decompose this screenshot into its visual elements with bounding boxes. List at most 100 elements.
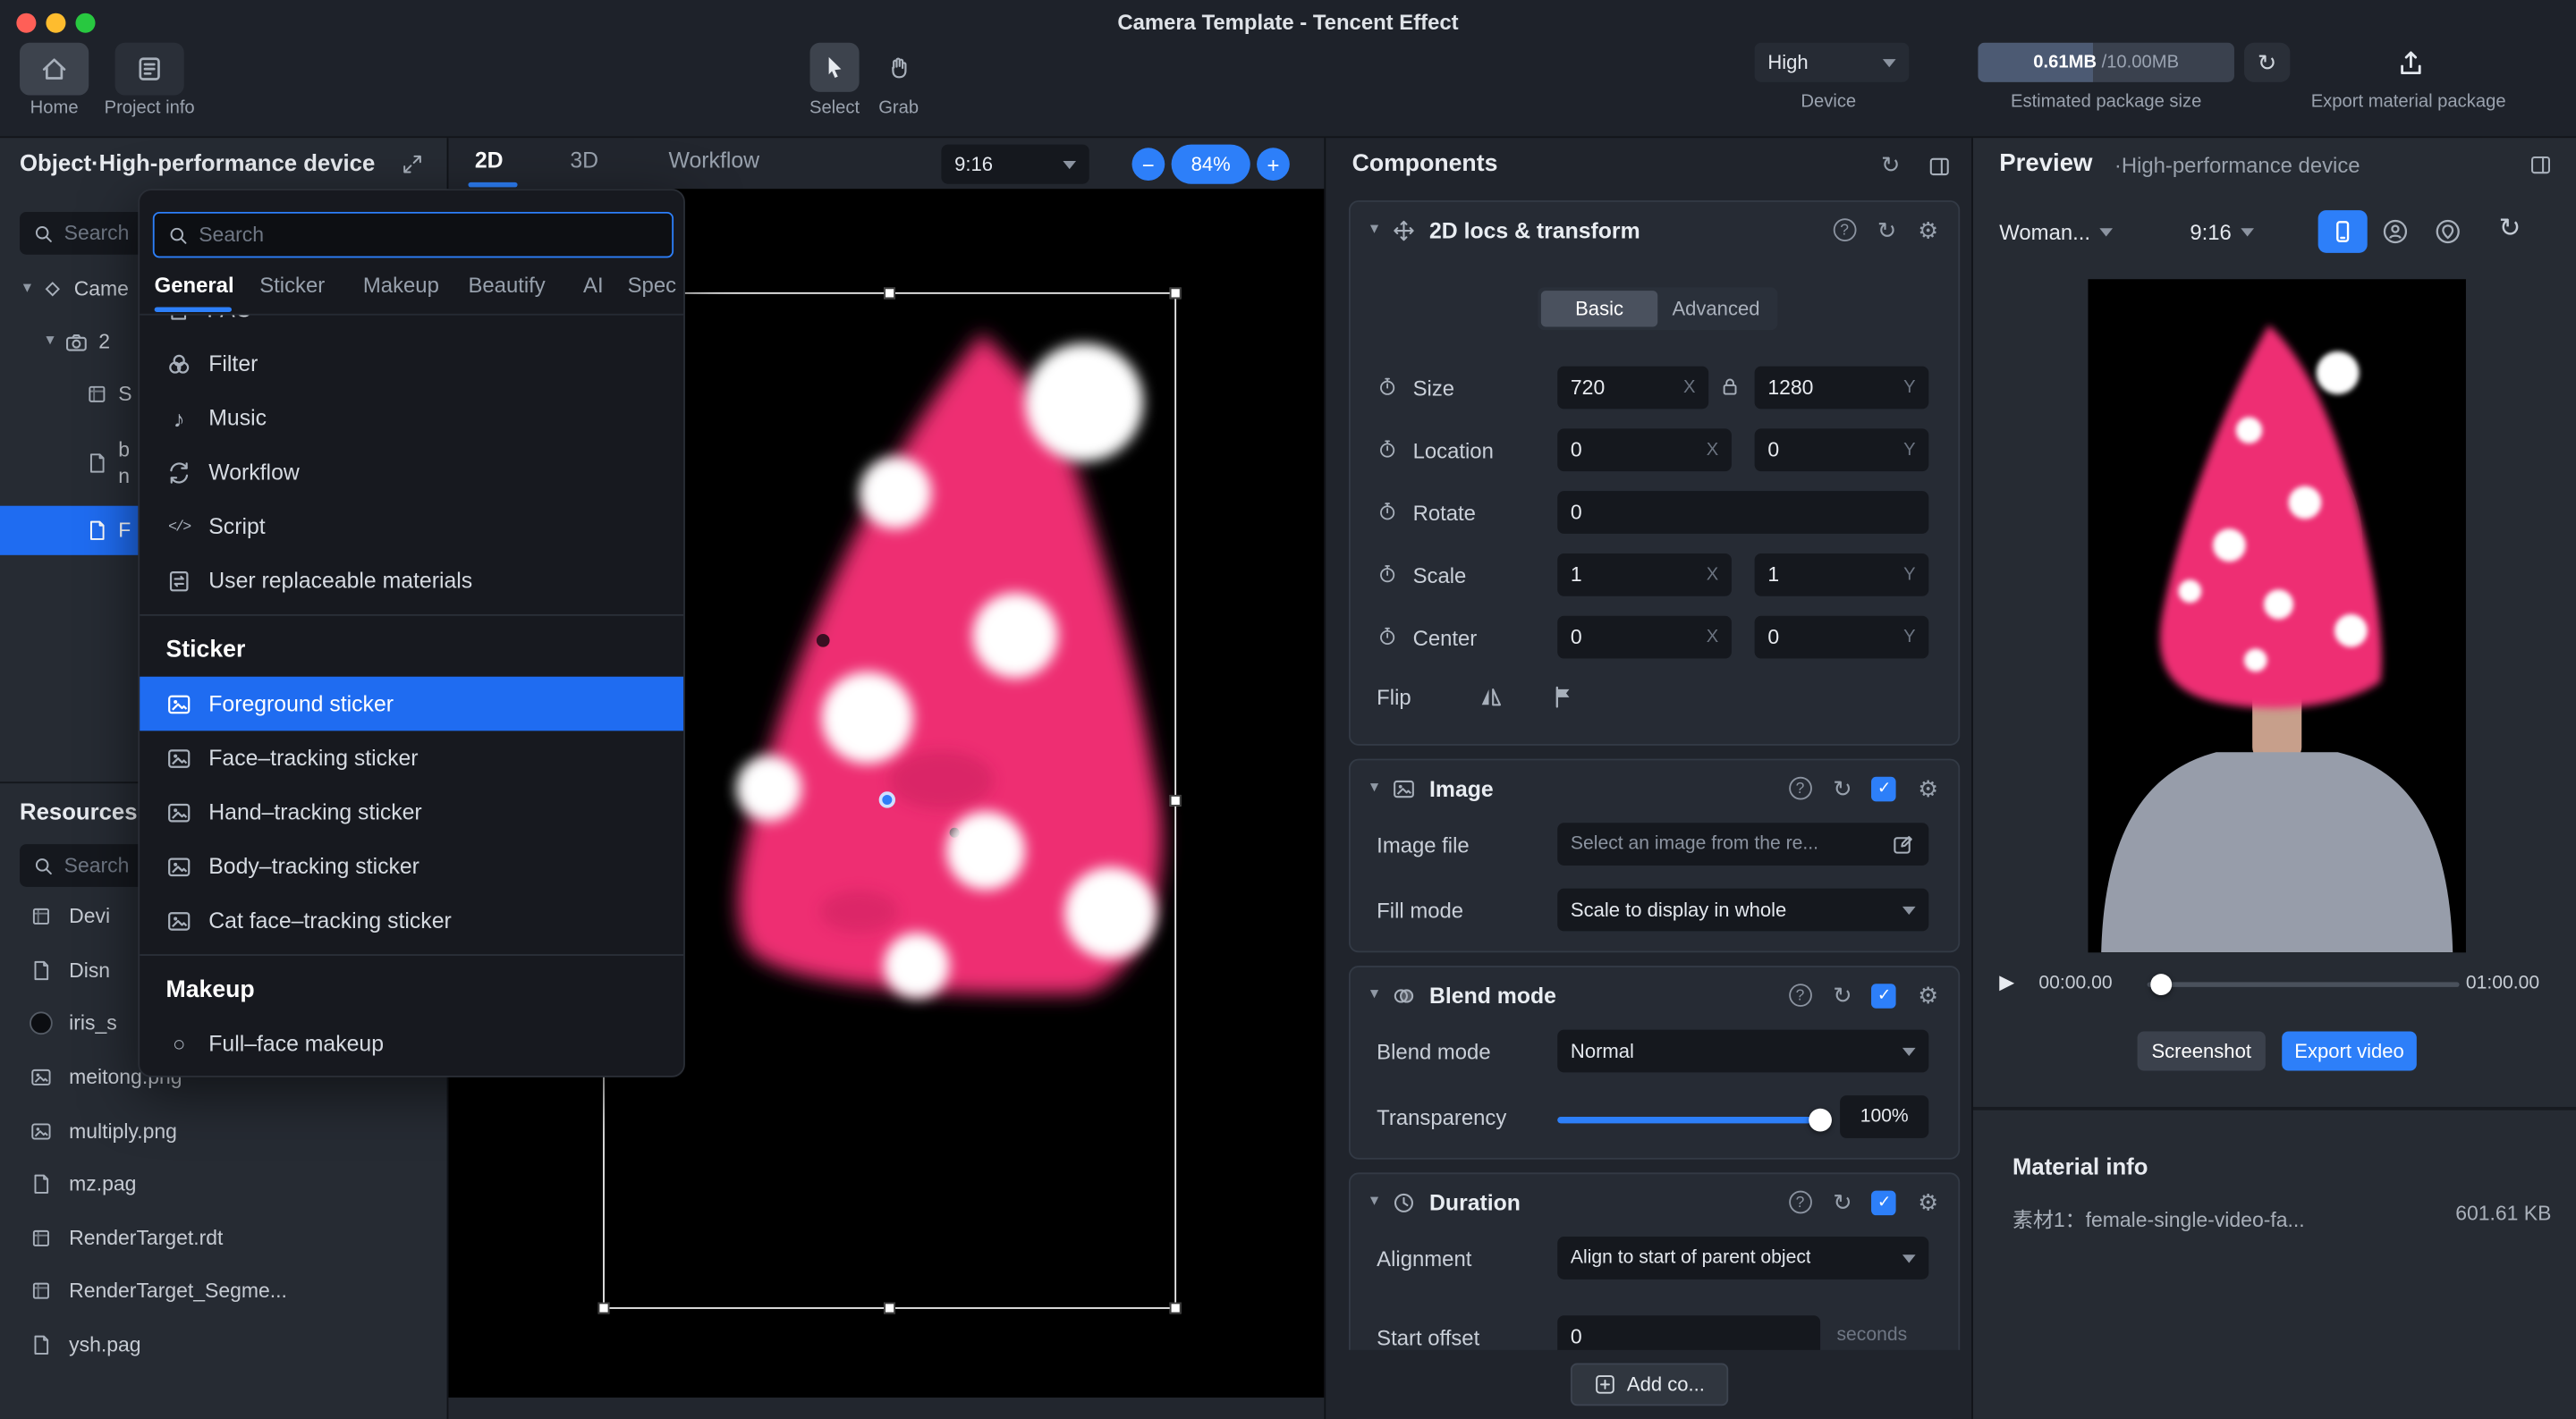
reset-section-icon[interactable]: ↻ — [1833, 1191, 1852, 1214]
menu-tab-beautify[interactable]: Beautify — [468, 273, 545, 298]
canvas-tab-workflow[interactable]: Workflow — [669, 148, 760, 173]
size-y-input[interactable]: Y — [1755, 367, 1929, 410]
menu-item-cat-face-tracking-sticker[interactable]: Cat face–tracking sticker — [140, 893, 685, 948]
canvas-tab-3d[interactable]: 3D — [570, 148, 598, 173]
refresh-preview-button[interactable]: ↻ — [2499, 216, 2521, 242]
preview-viewport[interactable] — [2088, 279, 2465, 952]
resource-item[interactable]: RenderTarget_Segme... — [0, 1265, 448, 1319]
resource-item[interactable]: multiply.png — [0, 1104, 448, 1158]
zoom-in-button[interactable]: + — [1257, 148, 1290, 181]
transparency-slider[interactable] — [1557, 1117, 1820, 1123]
menu-item-body-tracking-sticker[interactable]: Body–tracking sticker — [140, 840, 685, 894]
menu-item-user-replaceable-materials[interactable]: User replaceable materials — [140, 553, 685, 608]
image-file-field[interactable]: Select an image from the re... — [1557, 823, 1928, 866]
aspect-ratio-select[interactable]: 9:16 — [941, 145, 1089, 184]
menu-search-box[interactable] — [153, 212, 674, 258]
gear-icon[interactable]: ⚙ — [1918, 984, 1938, 1007]
size-x-input[interactable]: X — [1557, 367, 1708, 410]
menu-tab-sticker[interactable]: Sticker — [259, 273, 325, 298]
scale-y-input[interactable]: Y — [1755, 553, 1929, 596]
selection-handle-ne[interactable] — [1170, 287, 1182, 299]
rotate-input[interactable] — [1557, 491, 1928, 534]
menu-item-pag-clipped[interactable]: PAG — [140, 316, 685, 337]
blend-mode-select[interactable]: Normal — [1557, 1030, 1928, 1073]
refresh-components-icon[interactable]: ↻ — [1881, 153, 1901, 176]
export-package-button[interactable] — [2385, 39, 2435, 85]
menu-tab-general[interactable]: General — [155, 273, 234, 298]
flip-horizontal-button[interactable] — [1469, 679, 1512, 714]
resource-item[interactable]: mz.pag — [0, 1158, 448, 1212]
menu-item-hand-tracking-sticker[interactable]: Hand–tracking sticker — [140, 785, 685, 840]
selection-handle-s[interactable] — [884, 1303, 895, 1314]
gear-icon[interactable]: ⚙ — [1918, 1191, 1938, 1214]
keyframe-icon[interactable] — [1377, 438, 1398, 460]
gear-icon[interactable]: ⚙ — [1918, 218, 1938, 241]
section-enabled-checkbox[interactable]: ✓ — [1872, 776, 1897, 801]
menu-item-workflow[interactable]: Workflow — [140, 445, 685, 500]
tree-expand-icon[interactable]: ▾ — [46, 334, 54, 350]
resource-item[interactable]: RenderTarget.rdt — [0, 1212, 448, 1265]
keyframe-icon[interactable] — [1377, 501, 1398, 522]
location-y-input[interactable]: Y — [1755, 428, 1929, 471]
reset-section-icon[interactable]: ↻ — [1833, 777, 1852, 800]
collapse-panel-icon[interactable] — [1927, 155, 1952, 180]
scale-x-input[interactable]: X — [1557, 553, 1732, 596]
device-quality-select[interactable]: High — [1755, 43, 1910, 82]
preview-model-select[interactable]: Woman... — [1999, 210, 2113, 253]
menu-item-full-face-makeup[interactable]: ○ Full–face makeup — [140, 1017, 685, 1071]
selection-handle-se[interactable] — [1170, 1303, 1182, 1314]
help-icon[interactable]: ? — [1789, 984, 1812, 1007]
alignment-select[interactable]: Align to start of parent object — [1557, 1237, 1928, 1280]
grab-tool-button[interactable] — [874, 43, 923, 92]
keyframe-icon[interactable] — [1377, 626, 1398, 647]
menu-item-filter[interactable]: Filter — [140, 337, 685, 392]
detach-panel-icon[interactable] — [401, 153, 424, 176]
fill-mode-select[interactable]: Scale to display in whole — [1557, 889, 1928, 932]
menu-search-input[interactable] — [199, 224, 658, 247]
center-x-input[interactable]: X — [1557, 616, 1732, 659]
gear-icon[interactable]: ⚙ — [1918, 777, 1938, 800]
selection-handle-sw[interactable] — [598, 1303, 610, 1314]
zoom-out-button[interactable]: − — [1132, 148, 1165, 181]
menu-item-script[interactable]: </> Script — [140, 499, 685, 553]
tab-basic[interactable]: Basic — [1541, 291, 1657, 326]
landmark-button[interactable] — [2433, 216, 2462, 246]
transparency-slider-knob[interactable] — [1809, 1109, 1832, 1132]
screenshot-button[interactable]: Screenshot — [2138, 1031, 2266, 1070]
selection-anchor-point[interactable] — [879, 791, 895, 807]
transparency-value[interactable]: 100% — [1840, 1095, 1928, 1138]
menu-item-music[interactable]: ♪ Music — [140, 391, 685, 445]
center-y-input[interactable]: Y — [1755, 616, 1929, 659]
reset-section-icon[interactable]: ↻ — [1877, 218, 1897, 241]
select-tool-button[interactable] — [810, 43, 860, 92]
playback-slider-knob[interactable] — [2150, 974, 2172, 995]
flip-vertical-button[interactable] — [1541, 679, 1584, 714]
section-collapse-icon[interactable]: ▾ — [1370, 1194, 1378, 1210]
preview-aspect-select[interactable]: 9:16 — [2190, 210, 2254, 253]
keyframe-icon[interactable] — [1377, 376, 1398, 398]
device-frame-button[interactable] — [2318, 210, 2368, 253]
section-collapse-icon[interactable]: ▾ — [1370, 780, 1378, 796]
export-video-button[interactable]: Export video — [2282, 1031, 2417, 1070]
section-enabled-checkbox[interactable]: ✓ — [1872, 1190, 1897, 1215]
home-button[interactable] — [20, 43, 89, 96]
project-info-button[interactable] — [115, 43, 184, 96]
location-x-input[interactable]: X — [1557, 428, 1732, 471]
menu-item-foreground-sticker[interactable]: Foreground sticker — [140, 677, 685, 731]
tree-expand-icon[interactable]: ▾ — [23, 281, 31, 297]
menu-tab-ai[interactable]: AI — [583, 273, 604, 298]
play-button[interactable]: ▶ — [1999, 971, 2014, 994]
refresh-package-button[interactable]: ↻ — [2244, 43, 2290, 82]
section-enabled-checkbox[interactable]: ✓ — [1872, 983, 1897, 1008]
help-icon[interactable]: ? — [1789, 1191, 1812, 1214]
selection-handle-n[interactable] — [884, 287, 895, 299]
resource-item[interactable]: ysh.pag — [0, 1318, 448, 1372]
menu-tab-spec[interactable]: Spec — [628, 273, 676, 298]
help-icon[interactable]: ? — [1789, 777, 1812, 800]
edit-image-icon[interactable] — [1891, 832, 1916, 857]
tab-advanced[interactable]: Advanced — [1657, 291, 1774, 326]
collapse-panel-icon[interactable] — [2529, 153, 2554, 178]
section-collapse-icon[interactable]: ▾ — [1370, 222, 1378, 238]
face-anchor-button[interactable] — [2380, 216, 2410, 246]
lock-aspect-icon[interactable] — [1718, 375, 1741, 400]
